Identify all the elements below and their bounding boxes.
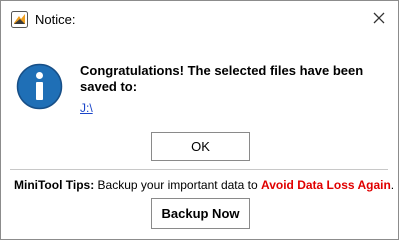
saved-path-link[interactable]: J:\ (80, 101, 93, 115)
close-icon (373, 11, 385, 29)
dialog-message: Congratulations! The selected files have… (80, 63, 364, 94)
tips-label: MiniTool Tips: (14, 178, 95, 192)
title-bar: Notice: (1, 1, 398, 39)
app-logo-icon (11, 11, 28, 28)
minitool-tips: MiniTool Tips: Backup your important dat… (14, 178, 394, 192)
window-title: Notice: (35, 12, 76, 27)
tips-highlight: Avoid Data Loss Again (260, 178, 391, 192)
divider (10, 169, 388, 170)
notice-dialog: Notice: Congratulations! The selected fi… (0, 0, 399, 240)
close-button[interactable] (366, 7, 392, 33)
tips-end: . (390, 178, 395, 192)
info-icon (16, 63, 63, 110)
tips-text: Backup your important data to (94, 178, 261, 192)
ok-button[interactable]: OK (151, 132, 250, 161)
backup-now-button[interactable]: Backup Now (151, 198, 250, 229)
